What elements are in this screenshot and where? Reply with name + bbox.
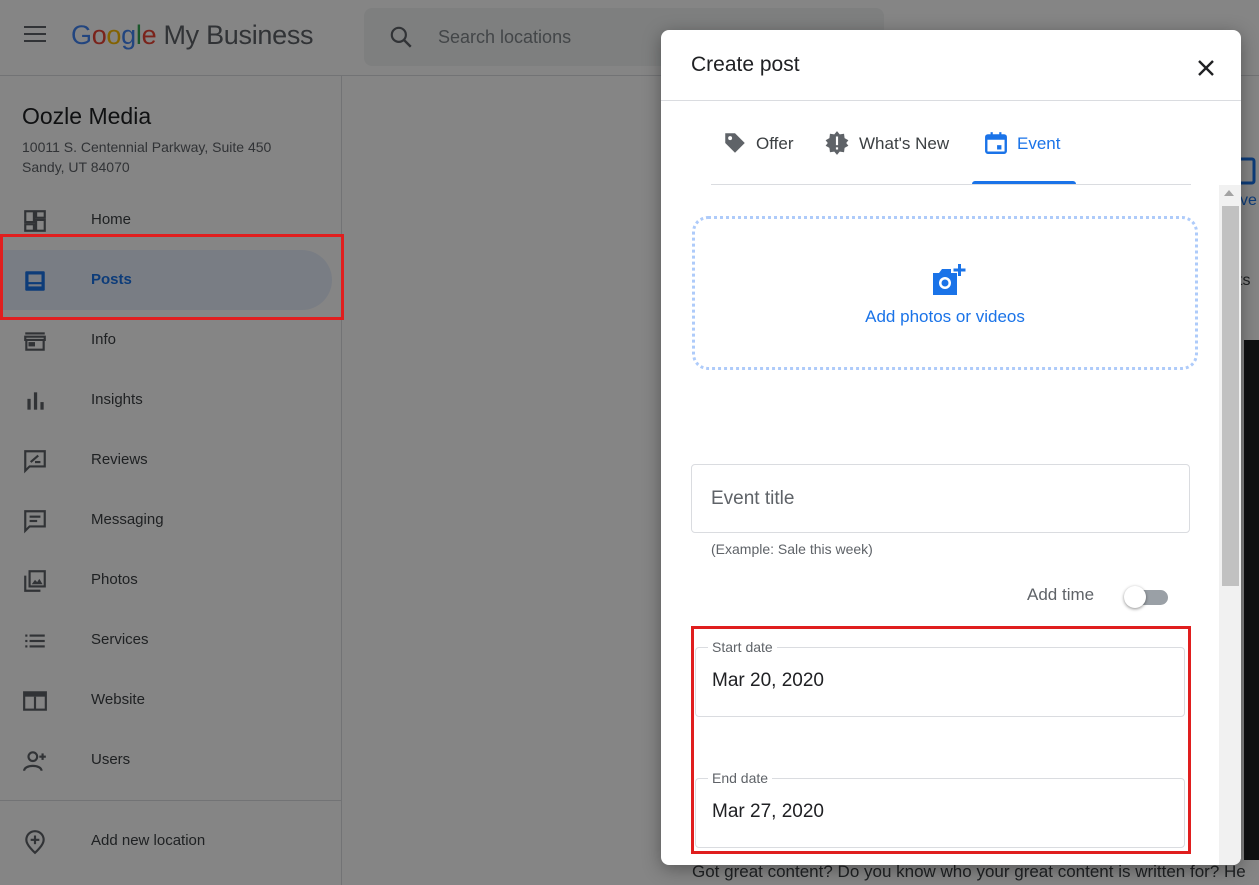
tab-offer[interactable]: Offer	[722, 101, 817, 185]
create-post-dialog: Create post Offer What's New Event Add p…	[661, 30, 1241, 865]
event-title-helper-text: (Example: Sale this week)	[711, 541, 873, 557]
tab-label: What's New	[859, 134, 950, 153]
post-type-tabs: Offer What's New Event	[711, 101, 1191, 185]
dates-highlight-annotation	[691, 626, 1191, 854]
posts-highlight-annotation	[0, 234, 344, 320]
add-photo-camera-icon	[933, 264, 966, 295]
scroll-up-arrow-icon[interactable]	[1224, 190, 1234, 196]
tab-label: Event	[1017, 134, 1061, 153]
add-time-toggle[interactable]	[1124, 585, 1172, 609]
dialog-title: Create post	[691, 53, 800, 76]
event-title-input[interactable]	[711, 485, 1171, 513]
toggle-thumb	[1124, 586, 1146, 608]
add-photos-dropzone[interactable]: Add photos or videos	[692, 216, 1198, 370]
add-time-label: Add time	[1027, 585, 1095, 604]
scrollbar-thumb[interactable]	[1222, 206, 1239, 586]
event-title-field[interactable]	[691, 464, 1190, 533]
tab-whats-new[interactable]: What's New	[824, 101, 969, 185]
whats-new-icon	[825, 131, 849, 155]
tab-event[interactable]: Event	[983, 101, 1078, 185]
add-photos-label: Add photos or videos	[865, 307, 1025, 326]
offer-tag-icon	[725, 133, 745, 153]
tab-label: Offer	[756, 134, 794, 153]
event-calendar-icon	[985, 132, 1007, 154]
close-icon[interactable]	[1191, 53, 1221, 83]
dialog-header: Create post	[661, 30, 1241, 101]
active-tab-indicator	[972, 181, 1076, 184]
